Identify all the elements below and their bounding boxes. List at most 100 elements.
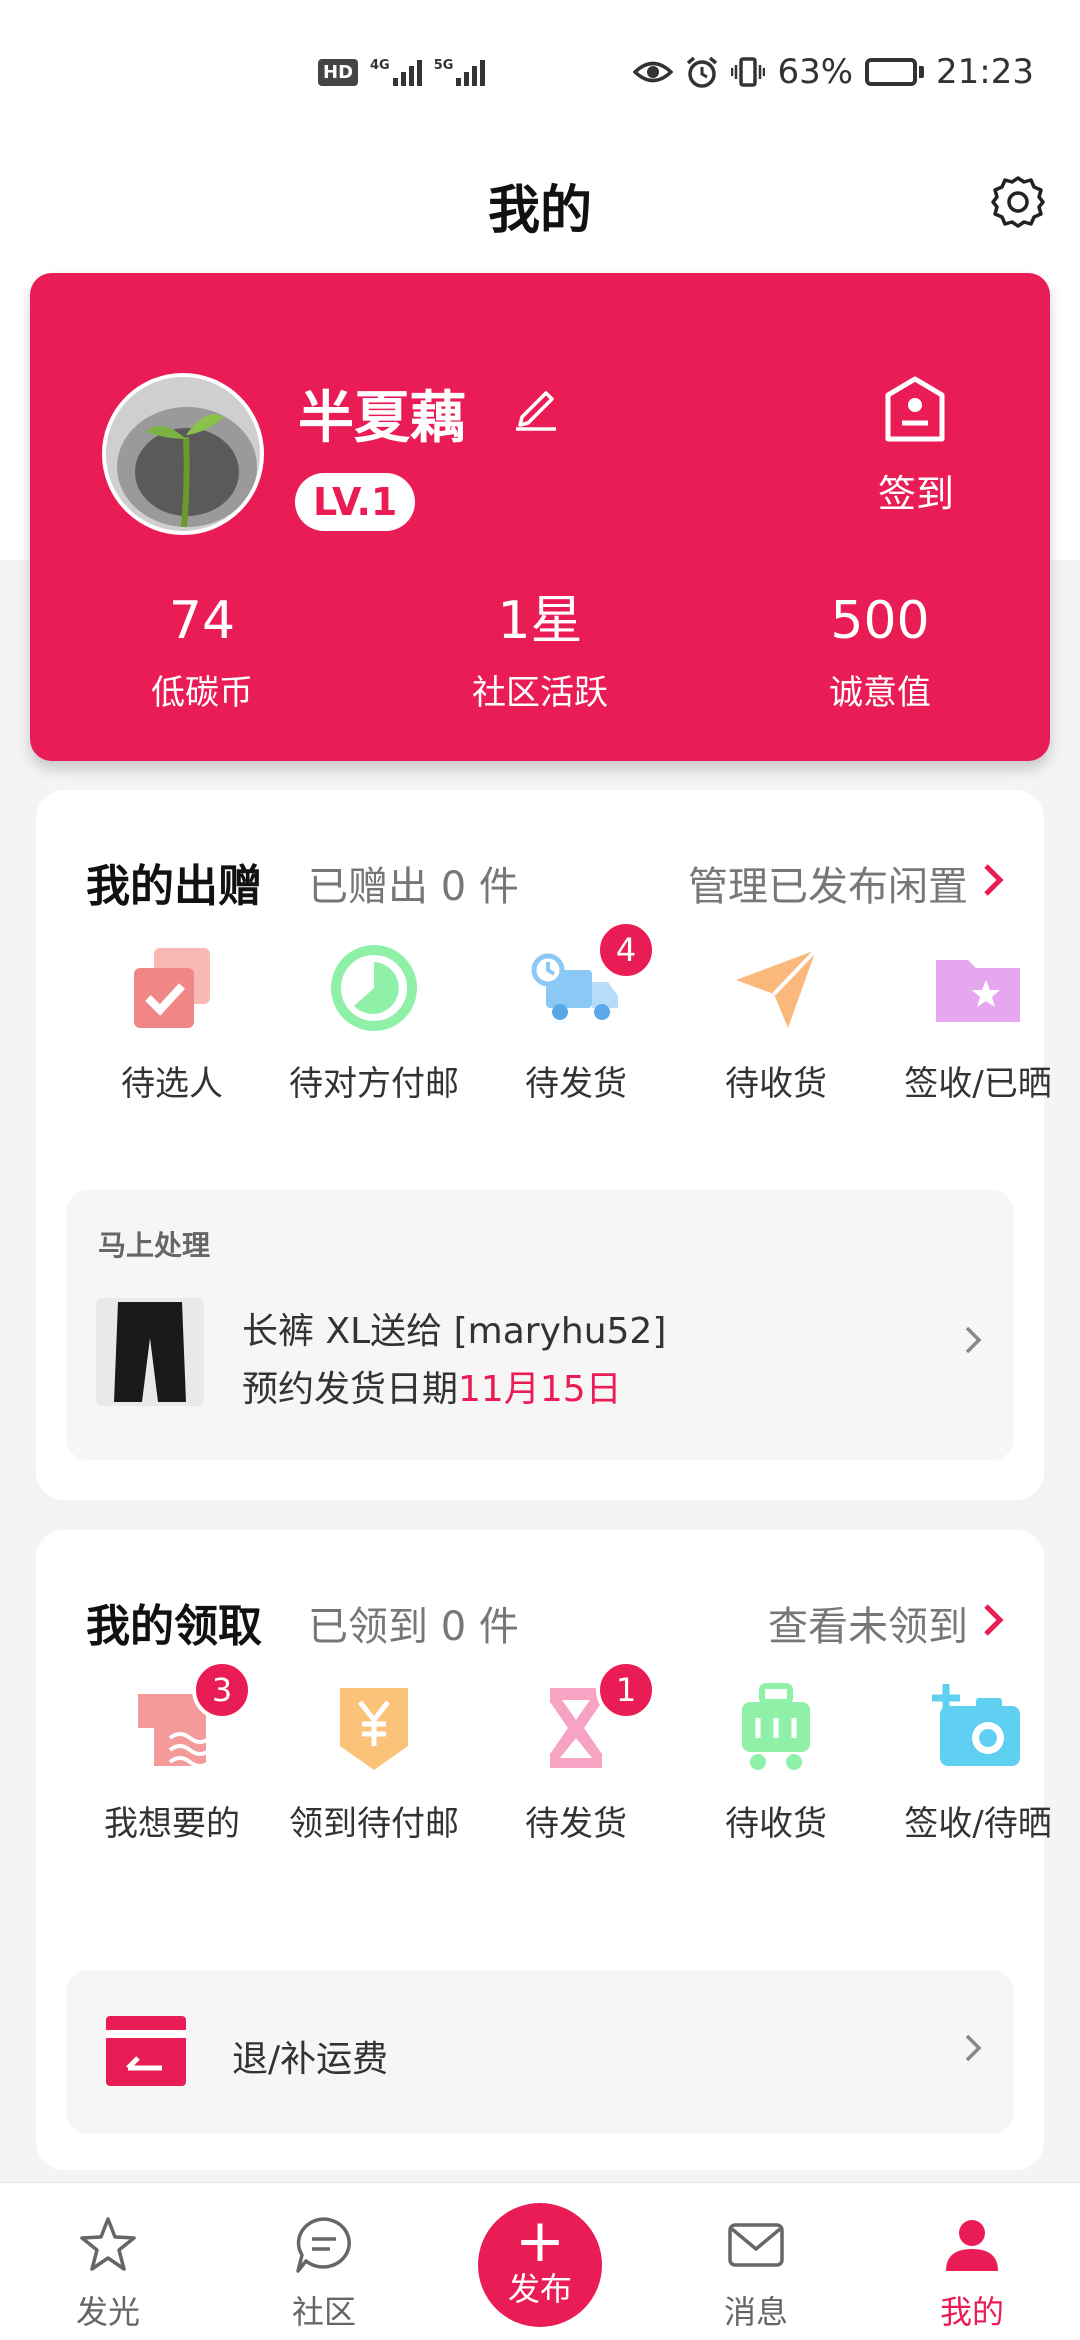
nav-shine[interactable]: 发光	[48, 2213, 168, 2333]
item-label: 待选人	[121, 1064, 223, 1104]
manage-published-link[interactable]: 管理已发布闲置	[688, 854, 968, 912]
page-title: 我的	[487, 181, 592, 241]
chevron-right-icon	[965, 1326, 982, 1354]
giving-card: 我的出赠 已赠出 0 件 管理已发布闲置 待选人 待对方付邮 4 待发货 待收货…	[36, 790, 1052, 1500]
profile-card: 半夏藕 LV.1 签到 74 低碳币 1星 社区活跃 500 诚意值	[30, 273, 1050, 761]
receiving-wanted[interactable]: 3 我想要的	[72, 1660, 272, 1845]
nav-community[interactable]: 社区	[264, 2213, 384, 2333]
plus-icon: +	[514, 2206, 566, 2276]
network-indicators: HD 4G 5G	[318, 58, 486, 86]
giving-pending-ship[interactable]: 4 待发货	[476, 920, 676, 1105]
nav-label: 消息	[723, 2293, 788, 2331]
item-thumbnail	[96, 1298, 204, 1406]
refund-card-icon	[106, 2016, 186, 2086]
eye-icon	[633, 61, 674, 83]
giving-title: 我的出赠	[86, 861, 262, 912]
schedule-prefix: 预约发货日期	[242, 1369, 459, 1410]
receiving-ship-badge: 1	[596, 1660, 656, 1720]
status-right: 63% 21:23	[633, 52, 1034, 92]
chevron-right-icon[interactable]	[978, 1600, 1008, 1640]
battery-percent: 63%	[777, 52, 854, 92]
check-square-icon	[134, 948, 210, 1028]
todo-item-schedule: 预约发货日期11月15日	[242, 1360, 622, 1412]
item-label: 我想要的	[104, 1804, 240, 1844]
stat-value: 1星	[497, 591, 583, 651]
stat-value: 74	[168, 591, 236, 651]
chat-bubble-icon	[296, 2217, 351, 2273]
giving-ship-badge: 4	[596, 920, 656, 980]
item-label: 签收/已晒	[904, 1064, 1052, 1104]
status-bar: HD 4G 5G 63% 21:23	[0, 0, 1080, 150]
chevron-right-icon	[965, 2034, 982, 2062]
star-folder-icon	[936, 960, 1020, 1022]
nav-label: 发光	[75, 2293, 140, 2331]
yen-shield-icon	[340, 1688, 408, 1770]
receiving-card: 我的领取 已领到 0 件 查看未领到 3 我想要的 领到待付邮 1 待发货 待收…	[36, 1530, 1052, 2170]
receiving-title: 我的领取	[86, 1601, 262, 1652]
nav-label: 发布	[507, 2270, 572, 2308]
nav-label: 我的	[939, 2293, 1004, 2331]
nav-messages[interactable]: 消息	[696, 2213, 816, 2333]
giving-summary: 已赠出 0 件	[308, 864, 519, 910]
level-badge: LV.1	[295, 473, 416, 531]
item-label: 领到待付邮	[289, 1804, 459, 1844]
stat-label: 社区活跃	[472, 673, 608, 713]
giving-pending-postage[interactable]: 待对方付邮	[274, 940, 474, 1105]
todo-item-title: 长裤 XL送给 [maryhu52]	[242, 1311, 667, 1352]
checkin-icon[interactable]	[880, 375, 950, 445]
item-label: 待对方付邮	[289, 1064, 459, 1104]
net-label-5g: 5G	[433, 58, 454, 73]
person-icon	[946, 2220, 998, 2271]
refund-label: 退/补运费	[232, 2039, 389, 2080]
stat-label: 诚意值	[829, 673, 931, 713]
clock-circle-icon	[331, 945, 417, 1031]
stat-carbon-coins[interactable]: 74 低碳币	[82, 591, 322, 714]
schedule-date: 11月15日	[458, 1369, 622, 1410]
gear-icon[interactable]	[990, 174, 1046, 230]
stat-value: 500	[830, 591, 930, 651]
giving-signed-shared[interactable]: 签收/已晒	[878, 940, 1078, 1105]
receiving-pending-receive[interactable]: 待收货	[676, 1680, 876, 1845]
vibrate-icon	[731, 57, 766, 87]
refund-postage-row[interactable]: 退/补运费	[66, 1970, 1014, 2134]
receiving-pending-postage[interactable]: 领到待付邮	[274, 1680, 474, 1845]
camera-plus-icon	[932, 1684, 1020, 1766]
giving-pending-select[interactable]: 待选人	[72, 940, 272, 1105]
chevron-right-icon[interactable]	[978, 860, 1008, 900]
receiving-signed-to-share[interactable]: 签收/待晒	[878, 1680, 1078, 1845]
star-icon	[80, 2217, 136, 2271]
item-label: 待发货	[525, 1804, 627, 1844]
nav-mine[interactable]: 我的	[912, 2213, 1032, 2333]
avatar[interactable]	[102, 373, 264, 535]
item-label: 待发货	[525, 1064, 627, 1104]
publish-button[interactable]: + 发布	[478, 2203, 602, 2327]
clock-time: 21:23	[936, 52, 1034, 92]
stat-sincerity[interactable]: 500 诚意值	[760, 591, 1000, 714]
cart-icon	[742, 1683, 810, 1770]
signal-4g-icon: 4G	[370, 58, 422, 86]
battery-icon	[865, 58, 925, 86]
nav-label: 社区	[291, 2293, 356, 2331]
item-label: 签收/待晒	[904, 1804, 1052, 1844]
receiving-pending-ship[interactable]: 1 待发货	[476, 1660, 676, 1845]
paper-plane-icon	[736, 948, 818, 1028]
item-label: 待收货	[725, 1804, 827, 1844]
checkin-button[interactable]: 签到	[868, 463, 964, 518]
hd-badge: HD	[318, 58, 359, 86]
stat-community-activity[interactable]: 1星 社区活跃	[420, 591, 660, 714]
view-not-received-link[interactable]: 查看未领到	[768, 1594, 968, 1652]
receiving-summary: 已领到 0 件	[308, 1604, 519, 1650]
alarm-icon	[687, 56, 718, 88]
signal-5g-icon: 5G	[434, 58, 486, 86]
item-label: 待收货	[725, 1064, 827, 1104]
net-label-4g: 4G	[370, 58, 390, 73]
todo-panel[interactable]: 马上处理 长裤 XL送给 [maryhu52] 预约发货日期11月15日	[66, 1190, 1014, 1460]
wanted-badge: 3	[192, 1660, 252, 1720]
giving-pending-receive[interactable]: 待收货	[676, 940, 876, 1105]
bottom-nav: 发光 社区 + 发布 消息 我的	[0, 2182, 1080, 2340]
todo-title: 马上处理	[98, 1229, 211, 1262]
mail-icon	[728, 2223, 784, 2267]
stat-label: 低碳币	[151, 673, 253, 713]
username: 半夏藕	[298, 386, 466, 451]
edit-pencil-icon[interactable]	[510, 381, 562, 433]
